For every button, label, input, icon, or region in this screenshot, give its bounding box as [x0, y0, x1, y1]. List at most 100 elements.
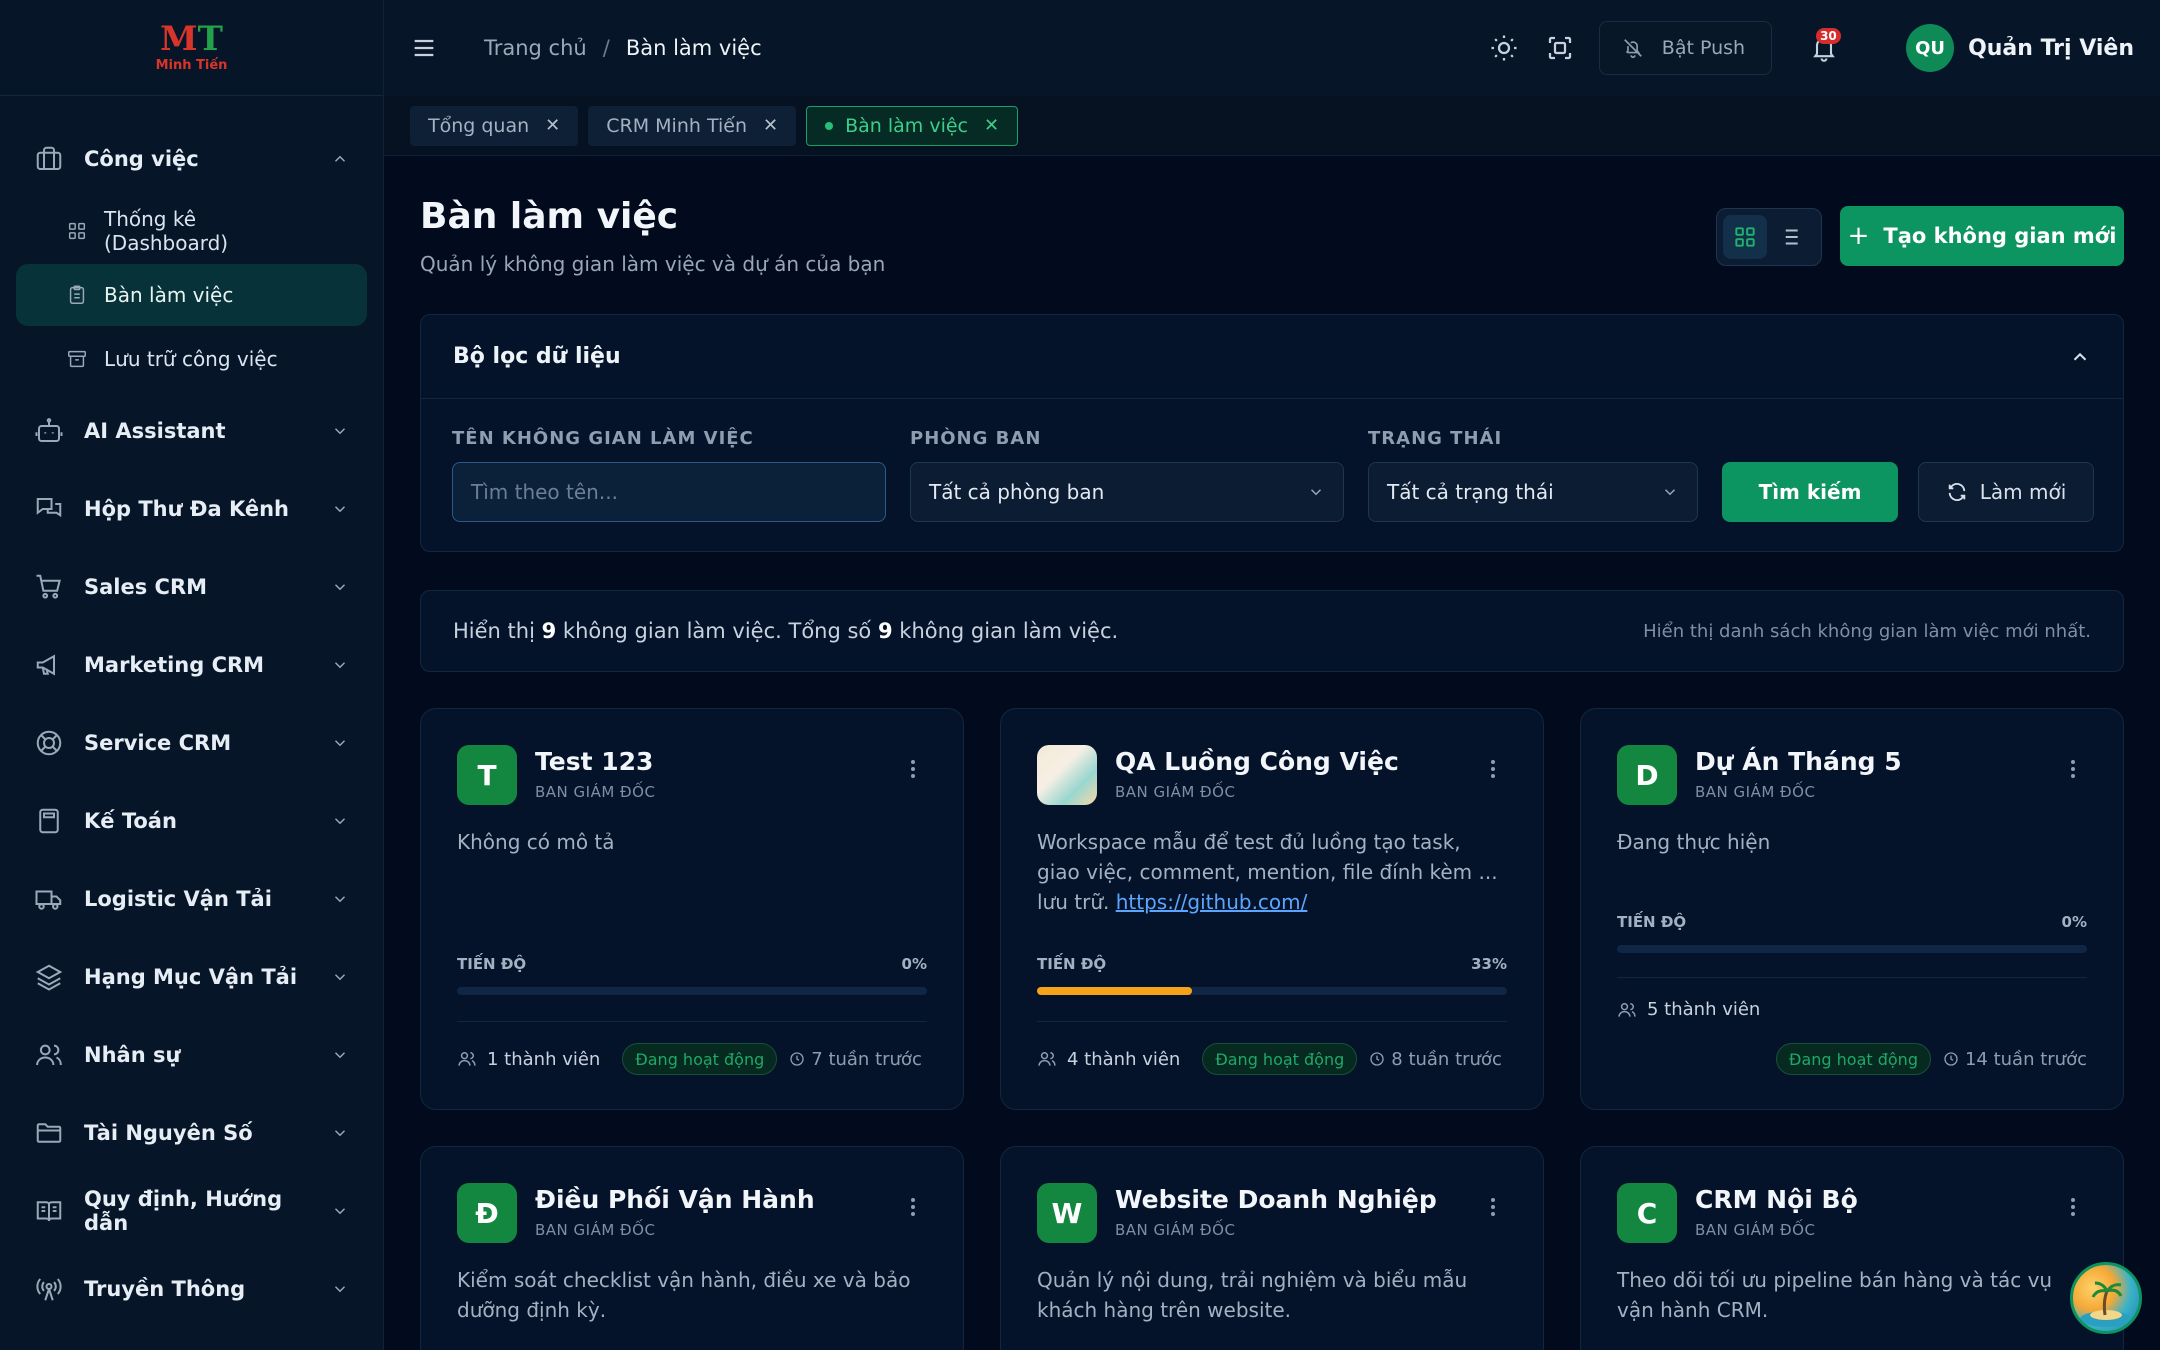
workspace-image [1037, 745, 1097, 805]
users-icon [1618, 1002, 1636, 1017]
close-icon[interactable]: ✕ [545, 115, 560, 136]
member-count: 1 thành viên [457, 1049, 600, 1070]
truck-icon [35, 890, 62, 910]
sidebar-group-ai-assistant[interactable]: AI Assistant [0, 392, 383, 470]
users-icon [1038, 1052, 1056, 1066]
tab-crm-minh-tien[interactable]: CRM Minh Tiến ✕ [588, 105, 797, 146]
sun-icon[interactable] [1489, 33, 1519, 63]
notification-button[interactable]: 30 [1810, 28, 1841, 62]
result-summary: Hiển thị 9 không gian làm việc. Tổng số … [420, 590, 2124, 672]
sidebar-group-label: Logistic Vận Tải [84, 887, 272, 911]
layers-icon [35, 964, 63, 991]
briefcase-icon [36, 146, 62, 170]
more-vertical-icon[interactable] [909, 1195, 917, 1219]
workspace-card[interactable]: T Test 123 BAN GIÁM ĐỐC Không có mô tả T… [420, 708, 964, 1110]
chevron-down-icon [334, 818, 346, 825]
notification-badge: 30 [1816, 28, 1841, 44]
more-vertical-icon[interactable] [2069, 757, 2077, 781]
search-button[interactable]: Tìm kiếm [1722, 462, 1898, 522]
breadcrumb: Trang chủ / Bàn làm việc [484, 36, 762, 60]
workspace-name[interactable]: CRM Nội Bộ [1695, 1185, 1858, 1214]
summary-middle: không gian làm việc. Tổng số [562, 619, 872, 643]
clock-icon [1370, 1052, 1384, 1066]
status-select[interactable]: Tất cả trạng thái [1368, 462, 1698, 522]
workspace-description: Quản lý nội dung, trải nghiệm và biểu mẫ… [1037, 1268, 1468, 1322]
progress-value: 33% [1471, 955, 1507, 973]
clipboard-icon [69, 285, 85, 304]
list-view-button[interactable] [1767, 215, 1811, 259]
member-count: 5 thành viên [1617, 999, 1760, 1020]
summary-shown-count: 9 [541, 619, 557, 643]
more-vertical-icon[interactable] [1489, 1195, 1497, 1219]
calculator-icon [39, 808, 59, 834]
sidebar-group-nhan-su[interactable]: Nhân sự [0, 1016, 383, 1094]
breadcrumb-home[interactable]: Trang chủ [484, 36, 587, 60]
workspace-name-input[interactable]: Tìm theo tên... [452, 462, 886, 522]
menu-icon[interactable] [410, 34, 438, 62]
workspace-card[interactable]: W Website Doanh Nghiệp BAN GIÁM ĐỐC Quản… [1000, 1146, 1544, 1350]
more-vertical-icon[interactable] [1489, 757, 1497, 781]
sidebar-group-quy-dinh[interactable]: Quy định, Hướng dẫn [0, 1172, 383, 1250]
chevron-up-icon[interactable] [2069, 346, 2091, 368]
close-icon[interactable]: ✕ [763, 115, 778, 136]
assistant-bubble[interactable] [2070, 1262, 2142, 1334]
sidebar-group-logistic[interactable]: Logistic Vận Tải [0, 860, 383, 938]
card-footer: Đang hoạt động 14 tuần trước [1617, 1043, 2087, 1075]
more-vertical-icon[interactable] [2069, 1195, 2077, 1219]
department-select[interactable]: Tất cả phòng ban [910, 462, 1344, 522]
tab-label: Bàn làm việc [845, 114, 968, 137]
sidebar-group-ke-toan[interactable]: Kế Toán [0, 782, 383, 860]
user-menu[interactable]: QU Quản Trị Viên [1906, 24, 2134, 72]
breadcrumb-current: Bàn làm việc [625, 36, 762, 60]
sidebar-group-truyen-thong[interactable]: Truyền Thông [0, 1250, 383, 1328]
sidebar-item-label: Lưu trữ công việc [104, 347, 278, 371]
sidebar-item-dashboard[interactable]: Thống kê (Dashboard) [16, 200, 367, 262]
tab-label: Tổng quan [428, 114, 530, 137]
fullscreen-icon[interactable] [1545, 33, 1575, 63]
workspace-name[interactable]: Test 123 [535, 747, 653, 776]
company-logo[interactable]: MT Minh Tiến [152, 20, 232, 76]
sidebar-item-ban-lam-viec[interactable]: Bàn làm việc [16, 264, 367, 326]
reset-button[interactable]: Làm mới [1918, 462, 2094, 522]
sidebar-group-marketing-crm[interactable]: Marketing CRM [0, 626, 383, 704]
chevron-down-icon [334, 1052, 346, 1059]
tab-ban-lam-viec[interactable]: Bàn làm việc ✕ [806, 105, 1019, 146]
progress-value: 0% [901, 955, 927, 973]
dashboard-icon [68, 222, 86, 240]
card-footer: 1 thành viên Đang hoạt động 7 tuần trước [457, 1043, 927, 1075]
workspace-dept: BAN GIÁM ĐỐC [535, 783, 656, 801]
summary-note: Hiển thị danh sách không gian làm việc m… [1643, 620, 2091, 642]
workspace-card[interactable]: Đ Điều Phối Vận Hành BAN GIÁM ĐỐC Kiểm s… [420, 1146, 964, 1350]
close-icon[interactable]: ✕ [984, 115, 999, 136]
workspace-name[interactable]: Điều Phối Vận Hành [535, 1185, 815, 1214]
sidebar-item-luu-tru[interactable]: Lưu trữ công việc [16, 328, 367, 390]
workspace-card[interactable]: D Dự Án Tháng 5 BAN GIÁM ĐỐC Đang thực h… [1580, 708, 2124, 1110]
workspace-dept: BAN GIÁM ĐỐC [1695, 783, 1816, 801]
status-badge: Đang hoạt động [1202, 1043, 1358, 1075]
workspace-name[interactable]: Website Doanh Nghiệp [1115, 1185, 1437, 1214]
push-toggle-button[interactable]: Bật Push [1598, 21, 1773, 75]
create-workspace-button[interactable]: + Tạo không gian mới [1840, 206, 2124, 266]
card-members-row: 5 thành viên [1617, 999, 2087, 1020]
workspace-dept: BAN GIÁM ĐỐC [1115, 1221, 1236, 1239]
sidebar-group-service-crm[interactable]: Service CRM [0, 704, 383, 782]
chevron-up-icon [334, 155, 346, 162]
sidebar-group-hop-thu[interactable]: Hộp Thư Đa Kênh [0, 470, 383, 548]
more-vertical-icon[interactable] [909, 757, 917, 781]
tab-tong-quan[interactable]: Tổng quan ✕ [410, 105, 579, 146]
sidebar-group-hang-muc[interactable]: Hạng Mục Vận Tải [0, 938, 383, 1016]
filter-header[interactable]: Bộ lọc dữ liệu [421, 315, 2123, 399]
workspace-name[interactable]: Dự Án Tháng 5 [1695, 747, 1902, 776]
sidebar-group-cong-viec[interactable]: Công việc [0, 120, 383, 198]
workspace-link[interactable]: https://github.com/ [1116, 890, 1308, 914]
sidebar-group-sales-crm[interactable]: Sales CRM [0, 548, 383, 626]
folder-icon [36, 1123, 62, 1143]
workspace-name[interactable]: QA Luồng Công Việc [1115, 747, 1399, 776]
workspace-card[interactable]: QA Luồng Công Việc BAN GIÁM ĐỐC Workspac… [1000, 708, 1544, 1110]
sidebar-group-label: Truyền Thông [84, 1277, 246, 1301]
workspace-dept: BAN GIÁM ĐỐC [535, 1221, 656, 1239]
sidebar-group-tai-nguyen[interactable]: Tài Nguyên Số [0, 1094, 383, 1172]
grid-view-button[interactable] [1723, 215, 1767, 259]
page-title: Bàn làm việc [420, 196, 679, 237]
workspace-card[interactable]: C CRM Nội Bộ BAN GIÁM ĐỐC Theo dõi tối ư… [1580, 1146, 2124, 1350]
